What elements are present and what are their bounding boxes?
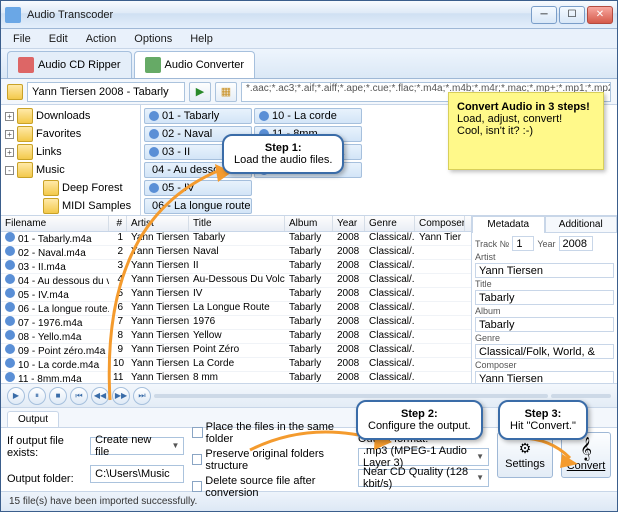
preserve-structure-checkbox[interactable] bbox=[192, 454, 202, 465]
tree-item[interactable]: +Links bbox=[3, 143, 138, 161]
music-file-icon bbox=[149, 111, 159, 121]
menu-file[interactable]: File bbox=[5, 31, 39, 47]
go-button[interactable]: ▶ bbox=[189, 82, 211, 102]
music-file-icon bbox=[5, 316, 15, 326]
additional-tab[interactable]: Additional bbox=[545, 216, 618, 233]
callout-step2: Step 2:Configure the output. bbox=[356, 400, 483, 440]
file-item[interactable]: 01 - Tabarly bbox=[144, 108, 252, 124]
close-button[interactable]: ✕ bbox=[587, 6, 613, 24]
menu-options[interactable]: Options bbox=[126, 31, 180, 47]
folder-icon bbox=[43, 198, 59, 214]
folder-icon bbox=[43, 180, 59, 196]
titlebar[interactable]: Audio Transcoder ─ ☐ ✕ bbox=[1, 1, 617, 29]
tab-ripper[interactable]: Audio CD Ripper bbox=[7, 51, 132, 78]
callout-step1: Step 1:Load the audio files. bbox=[222, 134, 344, 174]
genre-field[interactable]: Classical/Folk, World, & Countr bbox=[475, 344, 614, 359]
menu-help[interactable]: Help bbox=[182, 31, 221, 47]
output-tab[interactable]: Output bbox=[7, 411, 59, 427]
music-file-icon bbox=[5, 344, 15, 354]
delete-source-checkbox[interactable] bbox=[192, 481, 202, 492]
cd-icon bbox=[18, 57, 34, 73]
grid-view-button[interactable]: ▦ bbox=[215, 82, 237, 102]
menubar: FileEditActionOptionsHelp bbox=[1, 29, 617, 49]
tree-item[interactable]: +Downloads bbox=[3, 107, 138, 125]
volume-slider[interactable] bbox=[551, 394, 611, 398]
column-header[interactable]: Composer bbox=[415, 216, 465, 231]
same-folder-checkbox[interactable] bbox=[192, 427, 202, 438]
column-header[interactable]: Album bbox=[285, 216, 333, 231]
music-file-icon bbox=[5, 288, 15, 298]
file-item[interactable]: 10 - La corde bbox=[254, 108, 362, 124]
arrow-step1 bbox=[60, 160, 260, 420]
music-file-icon bbox=[149, 147, 159, 157]
quality-select[interactable]: Near CD Quality (128 kbit/s)▼ bbox=[358, 469, 489, 487]
column-header[interactable]: Genre bbox=[365, 216, 415, 231]
play-button[interactable]: ▶ bbox=[7, 387, 25, 405]
music-file-icon bbox=[5, 372, 15, 382]
sticky-note: Convert Audio in 3 steps! Load, adjust, … bbox=[448, 92, 604, 170]
music-file-icon bbox=[5, 246, 15, 256]
exists-select[interactable]: Create new file▼ bbox=[90, 437, 184, 455]
folder-icon bbox=[17, 126, 33, 142]
music-file-icon bbox=[5, 260, 15, 270]
folder-icon bbox=[17, 144, 33, 160]
title-field[interactable]: Tabarly bbox=[475, 290, 614, 305]
maximize-button[interactable]: ☐ bbox=[559, 6, 585, 24]
year-field[interactable]: 2008 bbox=[559, 236, 593, 251]
column-header[interactable]: Year bbox=[333, 216, 365, 231]
folder-icon bbox=[7, 84, 23, 100]
convert-icon bbox=[145, 57, 161, 73]
tab-converter[interactable]: Audio Converter bbox=[134, 51, 256, 78]
menu-edit[interactable]: Edit bbox=[41, 31, 76, 47]
metadata-pane: Metadata Additional Track №1Year2008 Art… bbox=[471, 216, 617, 383]
artist-field[interactable]: Yann Tiersen bbox=[475, 263, 614, 278]
tree-item[interactable]: +Favorites bbox=[3, 125, 138, 143]
window-title: Audio Transcoder bbox=[27, 9, 531, 21]
pause-button[interactable]: ⏸ bbox=[28, 387, 46, 405]
music-file-icon bbox=[5, 274, 15, 284]
minimize-button[interactable]: ─ bbox=[531, 6, 557, 24]
music-file-icon bbox=[149, 129, 159, 139]
app-icon bbox=[5, 7, 21, 23]
music-file-icon bbox=[259, 111, 269, 121]
path-dropdown[interactable]: Yann Tiersen 2008 - Tabarly bbox=[27, 82, 185, 102]
metadata-tab[interactable]: Metadata bbox=[472, 216, 545, 233]
main-tabs: Audio CD Ripper Audio Converter bbox=[1, 49, 617, 79]
folder-icon bbox=[17, 108, 33, 124]
album-field[interactable]: Tabarly bbox=[475, 317, 614, 332]
music-file-icon bbox=[5, 358, 15, 368]
music-file-icon bbox=[5, 330, 15, 340]
menu-action[interactable]: Action bbox=[78, 31, 125, 47]
music-file-icon bbox=[5, 232, 15, 242]
track-field[interactable]: 1 bbox=[512, 236, 534, 251]
callout-step3: Step 3:Hit "Convert." bbox=[498, 400, 588, 440]
music-file-icon bbox=[5, 302, 15, 312]
output-folder-field[interactable]: C:\Users\Music bbox=[90, 465, 184, 483]
folder-icon bbox=[17, 162, 33, 178]
